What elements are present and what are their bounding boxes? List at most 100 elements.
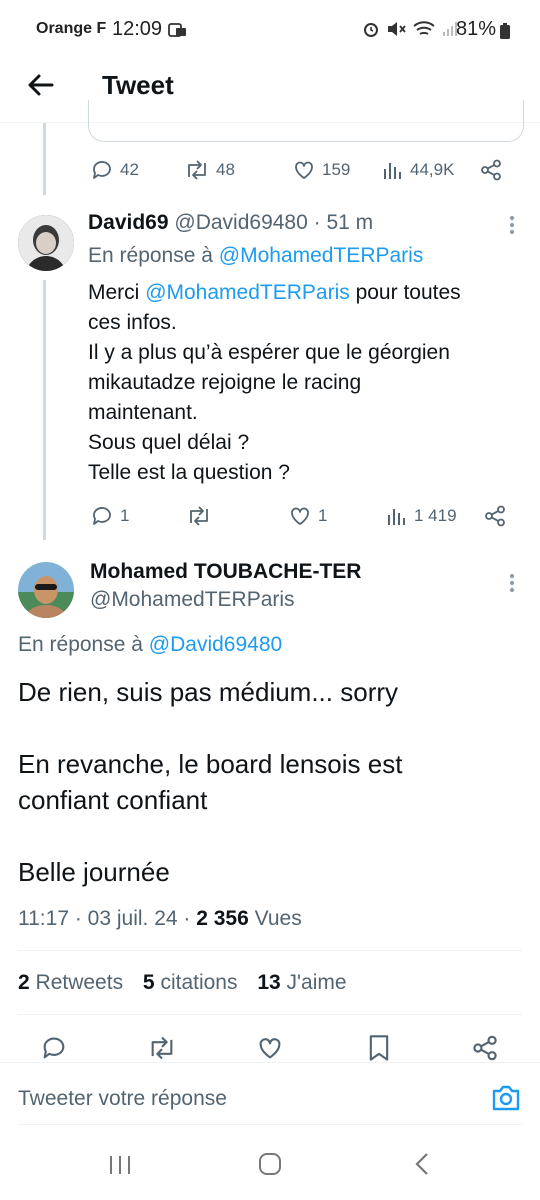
tweet-paragraph: Belle journée	[18, 857, 170, 887]
more-options-icon[interactable]	[505, 214, 519, 236]
carrier-label: Orange F	[36, 20, 107, 37]
back-nav-icon[interactable]	[412, 1152, 432, 1176]
divider	[18, 1124, 522, 1125]
quotes-count: 5	[142, 971, 155, 994]
share-icon	[473, 1035, 497, 1061]
like-button[interactable]: 159	[292, 158, 382, 182]
retweet-count: 48	[216, 160, 235, 179]
reply-icon	[90, 504, 114, 528]
notification-icon	[168, 22, 188, 38]
tweet-author-row: David69 @David69480 · 51 m	[88, 211, 373, 235]
tweet-text-line: mikautadze rejoigne le racing	[88, 371, 362, 394]
engagement-stats: 2 Retweets 5 citations 13 J'aime	[18, 971, 347, 995]
reply-icon	[90, 158, 114, 182]
like-button[interactable]	[256, 1034, 284, 1062]
heart-icon	[259, 1038, 281, 1059]
author-name[interactable]: David69	[88, 211, 169, 234]
camera-icon[interactable]	[490, 1083, 522, 1113]
retweet-button[interactable]	[186, 504, 288, 528]
like-count: 1	[318, 506, 328, 525]
status-icons	[362, 20, 460, 38]
home-icon[interactable]	[258, 1152, 282, 1176]
reply-count: 42	[120, 160, 139, 179]
bookmark-icon	[369, 1035, 389, 1061]
views-count: 44,9K	[410, 160, 455, 179]
in-reply-mention[interactable]: @MohamedTERParis	[219, 244, 424, 267]
views-count: 2 356	[196, 907, 249, 930]
likes-stat[interactable]: 13 J'aime	[257, 971, 346, 994]
tweet-text-part: pour toutes	[355, 281, 461, 304]
retweet-button[interactable]: 48	[184, 158, 292, 182]
avatar[interactable]	[18, 215, 74, 271]
like-count: 159	[322, 160, 351, 179]
tweet-meta: 11:17 · 03 juil. 24 · 2 356 Vues	[18, 907, 302, 931]
tweet-paragraph: De rien, suis pas médium... sorry	[18, 677, 399, 707]
views-button[interactable]: 1 419	[386, 505, 484, 527]
page-title: Tweet	[102, 70, 174, 100]
heart-icon	[288, 504, 312, 528]
in-reply-to: En réponse à @MohamedTERParis	[88, 244, 423, 268]
tweet-text-line: ces infos.	[88, 311, 177, 334]
views-button[interactable]: 44,9K	[382, 159, 480, 181]
reply-composer[interactable]: Tweeter votre réponse	[0, 1062, 540, 1130]
in-reply-mention[interactable]: @David69480	[149, 633, 282, 656]
share-icon	[480, 159, 502, 181]
reply-button[interactable]: 42	[90, 158, 184, 182]
tweet-paragraph-line: confiant confiant	[18, 785, 208, 815]
tweet-text-line: Telle est la question ?	[88, 461, 290, 484]
avatar[interactable]	[18, 562, 74, 618]
divider	[18, 1014, 522, 1015]
share-button[interactable]	[480, 159, 502, 181]
reply-button[interactable]	[40, 1034, 68, 1062]
share-icon	[484, 505, 506, 527]
alarm-icon	[362, 20, 380, 38]
status-time: 12:09	[112, 18, 163, 40]
recent-apps-icon[interactable]	[108, 1154, 132, 1176]
wifi-icon	[412, 20, 436, 38]
main-tweet-text: De rien, suis pas médium... sorry En rev…	[18, 674, 528, 890]
main-author-handle[interactable]: @MohamedTERParis	[90, 588, 295, 612]
battery-icon	[500, 23, 510, 39]
more-options-icon[interactable]	[505, 572, 519, 594]
quoted-tweet-card[interactable]	[88, 100, 524, 142]
divider	[18, 950, 522, 951]
tweet-paragraph-line: En revanche, le board lensois est	[18, 749, 403, 779]
reply-button[interactable]: 1	[90, 504, 186, 528]
system-nav-bar	[0, 1130, 540, 1200]
status-bar: Orange F 12:09 81%	[0, 0, 540, 60]
reply-icon	[43, 1037, 65, 1059]
thread-connector	[43, 123, 46, 195]
tweet-age: · 51 m	[313, 211, 374, 234]
tweet-text-line: Il y a plus qu’à espérer que le géorgien	[88, 341, 450, 364]
bookmark-button[interactable]	[366, 1034, 392, 1062]
likes-label: J'aime	[286, 971, 347, 994]
tweet-text: Merci @MohamedTERParis pour toutes ces i…	[88, 278, 518, 488]
share-button[interactable]	[472, 1034, 498, 1062]
likes-count: 13	[257, 971, 281, 994]
reply-count: 1	[120, 506, 130, 525]
tweet-text-line: Sous quel délai ?	[88, 431, 250, 454]
retweets-count: 2	[18, 971, 30, 994]
tweet-text-part: Merci	[88, 281, 140, 304]
tweet-timestamp[interactable]: 11:17 · 03 juil. 24 ·	[18, 907, 190, 930]
heart-icon	[292, 158, 316, 182]
views-icon	[386, 505, 408, 527]
share-button[interactable]	[484, 505, 506, 527]
main-author-name[interactable]: Mohamed TOUBACHE-TER	[90, 560, 361, 584]
views-icon	[382, 159, 404, 181]
retweet-icon	[184, 158, 210, 182]
author-handle[interactable]: @David69480	[174, 211, 307, 234]
back-arrow-icon[interactable]	[26, 70, 56, 100]
retweet-icon	[186, 504, 212, 528]
quotes-stat[interactable]: 5 citations	[143, 971, 238, 994]
mention-link[interactable]: @MohamedTERParis	[145, 281, 350, 304]
retweet-button[interactable]	[146, 1034, 178, 1062]
reply-input[interactable]: Tweeter votre réponse	[18, 1087, 227, 1111]
views-count: 1 419	[414, 506, 457, 525]
retweets-stat[interactable]: 2 Retweets	[18, 971, 123, 994]
quotes-label: citations	[160, 971, 238, 994]
battery-percent: 81%	[456, 18, 497, 40]
like-button[interactable]: 1	[288, 504, 386, 528]
in-reply-to: En réponse à @David69480	[18, 633, 282, 657]
reply-tweet-actions: 1 1 1 419	[90, 504, 510, 528]
